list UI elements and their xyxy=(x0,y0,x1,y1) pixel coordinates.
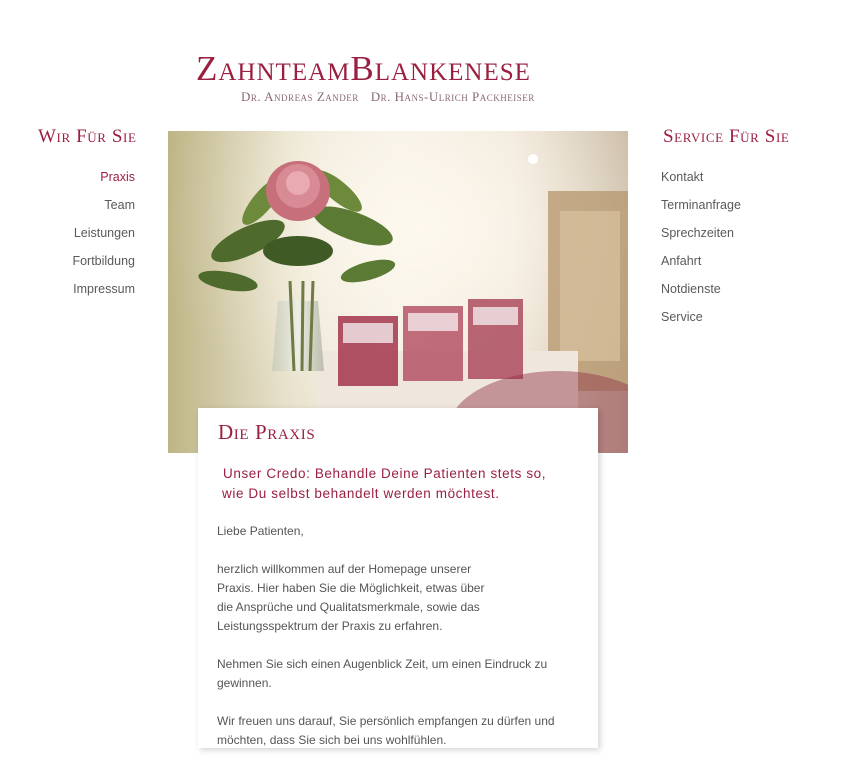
text-line: Nehmen Sie sich einen Augenblick Zeit, u… xyxy=(217,657,548,671)
nav-link-notdienste[interactable]: Notdienste xyxy=(661,282,721,296)
nav-link-impressum[interactable]: Impressum xyxy=(73,282,135,296)
left-nav-heading: Wir Für Sie xyxy=(38,126,137,147)
logo-doctors: Dr. Andreas Zander Dr. Hans-Ulrich Packhe… xyxy=(241,89,535,105)
nav-link-terminanfrage[interactable]: Terminanfrage xyxy=(661,198,741,212)
credo-line: Unser Credo: Behandle Deine Patienten st… xyxy=(223,466,547,481)
text-line: Wir freuen uns darauf, Sie persönlich em… xyxy=(217,714,555,728)
intro-text: Liebe Patienten, herzlich willkommen auf… xyxy=(217,522,587,769)
credo-quote: Unser Credo: Behandle Deine Patienten st… xyxy=(222,464,583,504)
nav-link-anfahrt[interactable]: Anfahrt xyxy=(661,254,701,268)
left-nav: Praxis Team Leistungen Fortbildung Impre… xyxy=(20,168,135,308)
nav-item-team: Team xyxy=(20,196,135,224)
credo-line: wie Du selbst behandelt werden möchtest. xyxy=(222,486,500,501)
greeting: Liebe Patienten, xyxy=(217,524,304,538)
nav-link-team[interactable]: Team xyxy=(104,198,135,212)
right-nav-heading: Service Für Sie xyxy=(663,126,790,147)
nav-link-service[interactable]: Service xyxy=(661,310,703,324)
doctor-name: Dr. Hans-Ulrich Packheiser xyxy=(370,89,535,104)
nav-item-leistungen: Leistungen xyxy=(20,224,135,252)
nav-link-praxis[interactable]: Praxis xyxy=(100,170,135,184)
nav-item-kontakt: Kontakt xyxy=(661,168,821,196)
nav-item-sprechzeiten: Sprechzeiten xyxy=(661,224,821,252)
hero-illustration xyxy=(168,131,628,453)
text-line: herzlich willkommen auf der Homepage uns… xyxy=(217,562,472,576)
paragraph-welcome: herzlich willkommen auf der Homepage uns… xyxy=(217,560,587,636)
right-nav: Kontakt Terminanfrage Sprechzeiten Anfah… xyxy=(661,168,821,336)
nav-item-service: Service xyxy=(661,308,821,336)
nav-link-kontakt[interactable]: Kontakt xyxy=(661,170,703,184)
nav-link-sprechzeiten[interactable]: Sprechzeiten xyxy=(661,226,734,240)
content-card: Die Praxis Unser Credo: Behandle Deine P… xyxy=(198,408,598,748)
nav-item-terminanfrage: Terminanfrage xyxy=(661,196,821,224)
nav-item-anfahrt: Anfahrt xyxy=(661,252,821,280)
paragraph-welcome-end: Wir freuen uns darauf, Sie persönlich em… xyxy=(217,712,587,750)
hero-image-flower-vase xyxy=(168,131,628,453)
page-title: Die Praxis xyxy=(218,420,316,444)
nav-item-notdienste: Notdienste xyxy=(661,280,821,308)
text-line: Praxis. Hier haben Sie die Möglichkeit, … xyxy=(217,581,485,595)
nav-item-fortbildung: Fortbildung xyxy=(20,252,135,280)
text-line: möchten, dass Sie sich bei uns wohlfühle… xyxy=(217,733,447,747)
text-line: gewinnen. xyxy=(217,676,272,690)
paragraph-impression: Nehmen Sie sich einen Augenblick Zeit, u… xyxy=(217,655,587,693)
doctor-name: Dr. Andreas Zander xyxy=(241,89,359,104)
nav-link-fortbildung[interactable]: Fortbildung xyxy=(72,254,135,268)
text-line: die Ansprüche und Qualitatsmerkmale, sow… xyxy=(217,600,480,614)
site-logo[interactable]: ZahnteamBlankenese xyxy=(196,50,596,88)
text-line: Leistungsspektrum der Praxis zu erfahren… xyxy=(217,619,443,633)
nav-link-leistungen[interactable]: Leistungen xyxy=(74,226,135,240)
nav-item-praxis: Praxis xyxy=(20,168,135,196)
nav-item-impressum: Impressum xyxy=(20,280,135,308)
